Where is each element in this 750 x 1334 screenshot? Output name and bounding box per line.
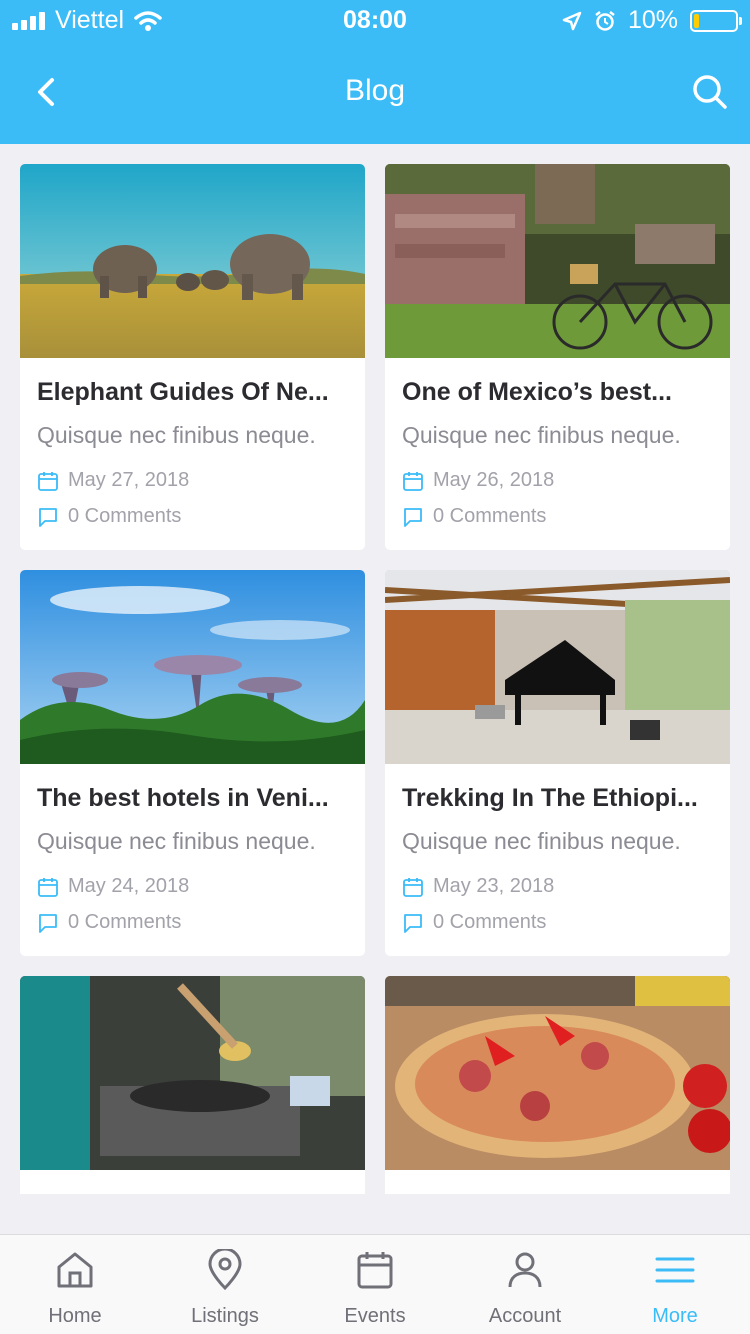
menu-icon (655, 1257, 695, 1283)
post-image-piano (385, 570, 730, 764)
post-image-elephants (20, 164, 365, 358)
post-comments-text: 0 Comments (68, 505, 182, 527)
alarm-icon (595, 10, 615, 31)
comment-icon (404, 913, 422, 933)
comment-icon (39, 507, 57, 527)
post-title[interactable]: One of Mexico’s best... (402, 378, 717, 407)
post-date: May 24, 2018 (37, 875, 189, 898)
app-header: Viettel 08:00 10% Blog (0, 0, 750, 144)
location-arrow-icon (562, 11, 582, 30)
battery-percent: 10% (627, 6, 678, 34)
location-pin-icon (208, 1249, 242, 1291)
post-date-text: May 24, 2018 (68, 875, 190, 897)
post-comments-text: 0 Comments (433, 505, 547, 527)
post-date: May 27, 2018 (37, 469, 189, 492)
search-button[interactable] (690, 72, 730, 112)
page-title: Blog (344, 74, 406, 107)
blog-card[interactable]: Elephant Guides Of Ne... Quisque nec fin… (20, 164, 365, 550)
post-excerpt: Quisque nec finibus neque. (37, 422, 316, 448)
blog-card[interactable] (20, 976, 365, 1194)
battery-icon (690, 9, 742, 32)
post-excerpt: Quisque nec finibus neque. (37, 828, 316, 854)
post-comments[interactable]: 0 Comments (37, 911, 181, 934)
post-title[interactable]: The best hotels in Veni... (37, 784, 352, 813)
tab-events-label: Events (344, 1305, 406, 1327)
tab-listings-label: Listings (191, 1305, 259, 1327)
post-date-text: May 26, 2018 (433, 469, 555, 491)
status-bar: Viettel 08:00 10% (0, 0, 750, 40)
calendar-icon (403, 877, 423, 897)
calendar-icon (357, 1252, 393, 1289)
post-excerpt: Quisque nec finibus neque. (402, 828, 681, 854)
tab-listings[interactable]: Listings (150, 1235, 300, 1334)
comment-icon (39, 913, 57, 933)
post-comments-text: 0 Comments (68, 911, 182, 933)
blog-grid: Elephant Guides Of Ne... Quisque nec fin… (0, 144, 750, 1194)
post-date: May 26, 2018 (402, 469, 554, 492)
post-image-cooking (20, 976, 365, 1170)
comment-icon (404, 507, 422, 527)
post-title[interactable]: Elephant Guides Of Ne... (37, 378, 352, 407)
tab-account-label: Account (488, 1305, 562, 1327)
post-image-supertrees (20, 570, 365, 764)
post-comments[interactable]: 0 Comments (37, 505, 181, 528)
user-icon (508, 1252, 542, 1288)
calendar-icon (38, 471, 58, 491)
blog-card[interactable] (385, 976, 730, 1194)
blog-card[interactable]: Trekking In The Ethiopi... Quisque nec f… (385, 570, 730, 956)
post-title[interactable]: Trekking In The Ethiopi... (402, 784, 717, 813)
blog-card[interactable]: The best hotels in Veni... Quisque nec f… (20, 570, 365, 956)
tab-home-label: Home (48, 1305, 102, 1327)
calendar-icon (403, 471, 423, 491)
post-image-ruins (385, 164, 730, 358)
tab-more[interactable]: More (600, 1235, 750, 1334)
post-date-text: May 27, 2018 (68, 469, 190, 491)
post-excerpt: Quisque nec finibus neque. (402, 422, 681, 448)
post-date-text: May 23, 2018 (433, 875, 555, 897)
post-date: May 23, 2018 (402, 875, 554, 898)
tab-home[interactable]: Home (0, 1235, 150, 1334)
blog-card[interactable]: One of Mexico’s best... Quisque nec fini… (385, 164, 730, 550)
post-comments-text: 0 Comments (433, 911, 547, 933)
tab-more-label: More (652, 1305, 698, 1327)
calendar-icon (38, 877, 58, 897)
post-comments[interactable]: 0 Comments (402, 505, 546, 528)
search-icon (693, 75, 727, 109)
tab-account[interactable]: Account (450, 1235, 600, 1334)
post-comments[interactable]: 0 Comments (402, 911, 546, 934)
tab-bar: Home Listings Events Account More (0, 1234, 750, 1334)
status-right: 10% (562, 6, 742, 35)
post-image-pizza (385, 976, 730, 1170)
tab-events[interactable]: Events (300, 1235, 450, 1334)
home-icon (57, 1252, 93, 1288)
